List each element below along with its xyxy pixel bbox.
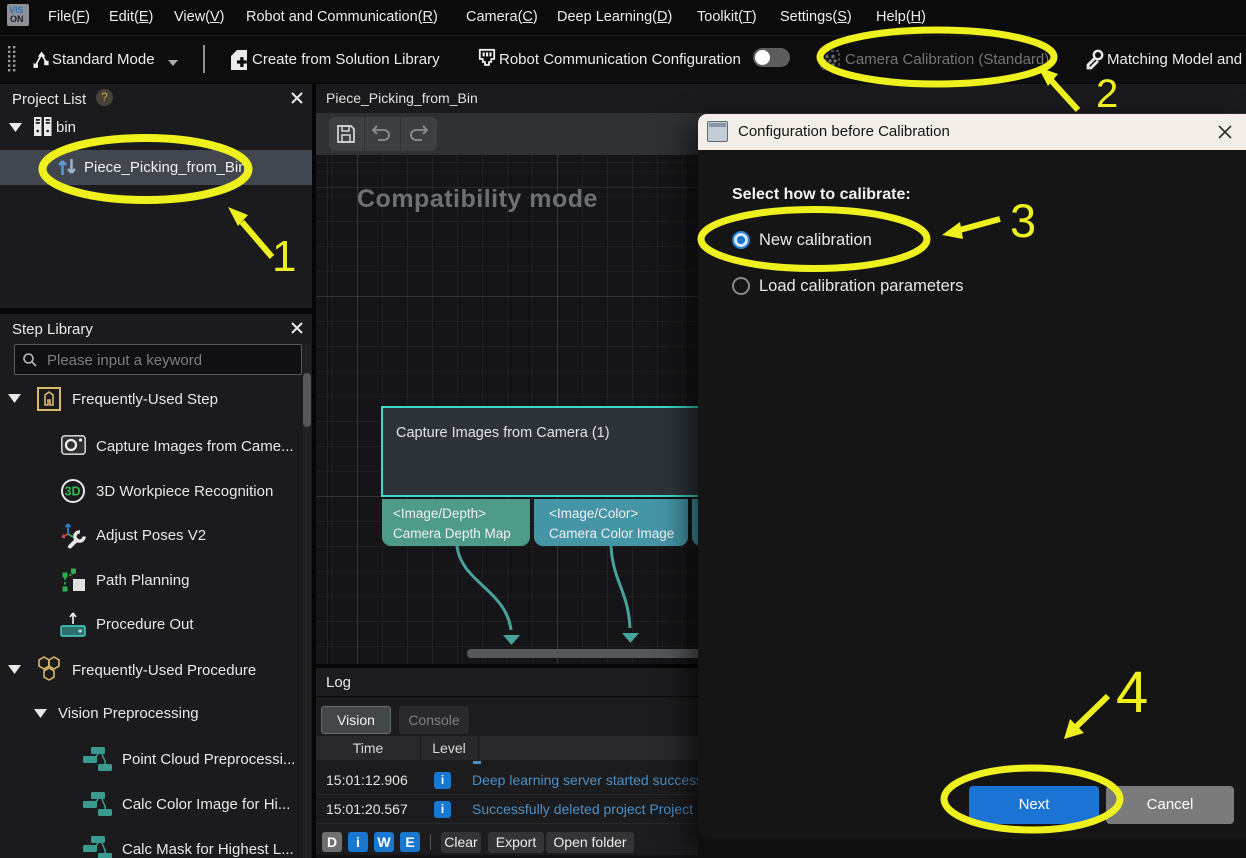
svg-text:3D: 3D bbox=[65, 485, 81, 499]
